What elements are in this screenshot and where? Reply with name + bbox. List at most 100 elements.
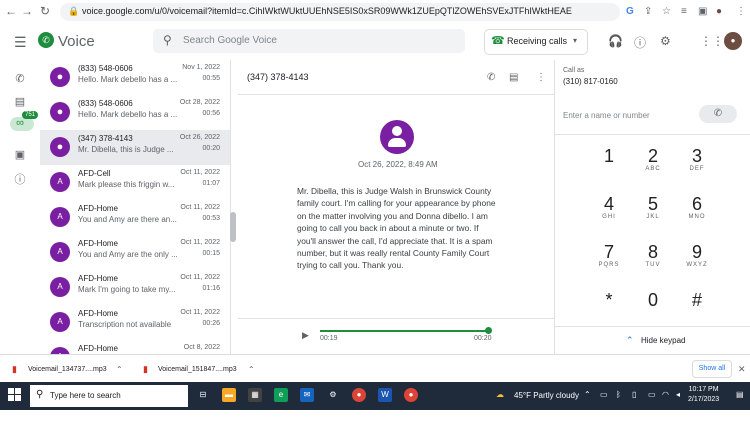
keypad-key[interactable]: 5 JKL [630, 194, 676, 220]
clock[interactable]: 10:17 PM 2/17/2023 [688, 385, 719, 405]
list-item[interactable]: A AFD-Home Oct 11, 2022 Transcription not a… [40, 305, 230, 340]
download-item[interactable]: Voicemail_151847....mp3 [158, 366, 237, 373]
word-icon[interactable]: W [378, 388, 392, 402]
wifi-icon[interactable]: ◠ [662, 390, 669, 399]
queue-icon[interactable]: ≡ [681, 6, 687, 17]
hide-keypad-button[interactable]: Hide keypad [641, 336, 685, 345]
more-options-icon[interactable]: ⋮ [536, 72, 546, 83]
google-icon[interactable]: G [626, 6, 634, 17]
key-digit: 7 [603, 242, 614, 262]
divider [554, 326, 750, 327]
list-item[interactable]: ● (347) 378-4143 Oct 26, 2022 Mr. Dibella, … [40, 130, 230, 165]
account-avatar[interactable]: ● [724, 32, 742, 50]
item-name: AFD-Home [78, 309, 119, 318]
taskbar-search[interactable]: ⚲ Type here to search [30, 385, 188, 407]
share-icon[interactable]: ⇪ [644, 6, 652, 17]
keypad-key[interactable]: 7 PQRS [586, 242, 632, 268]
search-icon: ⚲ [163, 33, 172, 47]
keypad-key[interactable]: * [586, 290, 632, 310]
keypad-key[interactable]: 3 DEF [674, 146, 720, 172]
task-view-icon[interactable]: ⊟ [196, 388, 210, 402]
collapse-icon[interactable]: ⌃ [626, 335, 634, 346]
file-explorer-icon[interactable]: ▬ [222, 388, 236, 402]
star-icon[interactable]: ☆ [662, 6, 671, 17]
volume-icon[interactable]: ◂ [676, 390, 680, 399]
dial-input[interactable]: Enter a name or number [563, 111, 650, 120]
messages-icon[interactable]: ▤ [10, 95, 30, 108]
mail-icon[interactable]: ✉ [300, 388, 314, 402]
audio-progress-handle[interactable] [485, 327, 492, 334]
message-icon[interactable]: ▤ [509, 72, 518, 83]
keypad-key[interactable]: 1 [586, 146, 632, 166]
list-item[interactable]: ● (833) 548-0606 Nov 1, 2022 Hello. Mark de… [40, 60, 230, 95]
list-item[interactable]: A AFD-Home Oct 11, 2022 You and Amy are the… [40, 200, 230, 235]
keypad-key[interactable]: 8 TUV [630, 242, 676, 268]
chrome-icon[interactable]: ● [404, 388, 418, 402]
voice-logo-icon[interactable]: ✆ [38, 32, 54, 48]
archive-icon[interactable]: ▣ [10, 148, 30, 161]
key-digit: 4 [603, 194, 614, 214]
keypad-key[interactable]: # [674, 290, 720, 310]
list-item[interactable]: A AFD-Home Oct 11, 2022 Mark I'm going to t… [40, 270, 230, 305]
call-as-number[interactable]: (310) 817-0160 [563, 77, 618, 86]
store-icon[interactable]: ▦ [248, 388, 262, 402]
keypad-key[interactable]: 9 WXYZ [674, 242, 720, 268]
headset-icon[interactable]: 🎧 [608, 34, 623, 48]
key-letters: TUV [645, 262, 661, 268]
item-date: Oct 11, 2022 [180, 204, 220, 211]
chrome-icon[interactable]: ● [352, 388, 366, 402]
profile-icon[interactable]: ● [716, 6, 722, 17]
item-name: AFD-Home [78, 344, 119, 353]
notifications-icon[interactable]: ▤ [736, 390, 744, 399]
hamburger-icon[interactable]: ☰ [14, 34, 27, 51]
menu-icon[interactable]: ⋮ [736, 6, 746, 17]
tray-chevron-icon[interactable]: ⌃ [584, 390, 591, 399]
receiving-calls-button[interactable]: ☎ Receiving calls ▾ [484, 29, 588, 55]
search-placeholder: Search Google Voice [183, 35, 277, 46]
monitor-icon[interactable]: ▭ [648, 390, 656, 399]
help-icon[interactable]: ⓘ [634, 34, 646, 51]
settings-gear-icon[interactable]: ⚙ [326, 388, 340, 402]
edge-icon[interactable]: e [274, 388, 288, 402]
list-item[interactable]: A AFD-Home Oct 11, 2022 You and Amy are the… [40, 235, 230, 270]
settings-gear-icon[interactable]: ⚙ [660, 34, 671, 48]
windows-start-icon[interactable] [8, 388, 22, 402]
search-input[interactable]: ⚲ Search Google Voice [153, 29, 465, 53]
contact-avatar: A [50, 207, 70, 227]
info-icon[interactable]: ⓘ [10, 171, 30, 187]
keypad-key[interactable]: 4 GHI [586, 194, 632, 220]
audio-progress-bar[interactable] [320, 330, 488, 332]
downloads-bar [0, 354, 750, 383]
clock-time: 10:17 PM [688, 386, 719, 393]
weather-text[interactable]: 45°F Partly cloudy [514, 391, 579, 400]
forward-icon[interactable]: → [20, 4, 34, 18]
address-bar[interactable]: 🔒 voice.google.com/u/0/voicemail?itemId=… [60, 3, 620, 21]
key-letters: WXYZ [686, 262, 708, 268]
apps-grid-icon[interactable]: ⋮⋮ [700, 34, 724, 48]
battery-icon[interactable]: ▯ [632, 390, 636, 399]
list-item[interactable]: ● (833) 548-0606 Oct 28, 2022 Hello. Mark d… [40, 95, 230, 130]
calls-icon[interactable]: ✆ [10, 72, 30, 85]
reload-icon[interactable]: ↻ [38, 4, 52, 18]
show-all-button[interactable]: Show all [692, 360, 732, 378]
chevron-up-icon[interactable]: ⌃ [116, 365, 123, 374]
back-icon[interactable]: ← [4, 4, 18, 18]
chevron-up-icon[interactable]: ⌃ [248, 365, 255, 374]
key-letters: PQRS [598, 262, 620, 268]
close-icon[interactable]: ✕ [738, 364, 746, 375]
list-item[interactable]: A AFD-Home Oct 8, 2022 [40, 340, 230, 354]
download-item[interactable]: Voicemail_134737....mp3 [28, 366, 107, 373]
play-icon[interactable]: ▶ [302, 330, 309, 341]
keypad-key[interactable]: 6 MNO [674, 194, 720, 220]
keypad-key[interactable]: 0 [630, 290, 676, 310]
dial-call-button[interactable]: ✆ [699, 105, 737, 123]
contact-avatar: A [50, 312, 70, 332]
list-scrollbar[interactable] [230, 212, 236, 242]
drive-icon[interactable]: ▭ [600, 390, 608, 399]
call-icon[interactable]: ✆ [487, 72, 495, 83]
bluetooth-icon[interactable]: ᛒ [616, 390, 621, 399]
extensions-icon[interactable]: ▣ [698, 6, 707, 17]
keypad-key[interactable]: 2 ABC [630, 146, 676, 172]
list-item[interactable]: A AFD-Cell Oct 11, 2022 Mark please this fr… [40, 165, 230, 200]
item-snippet: Mark please this friggin w... [78, 180, 175, 189]
